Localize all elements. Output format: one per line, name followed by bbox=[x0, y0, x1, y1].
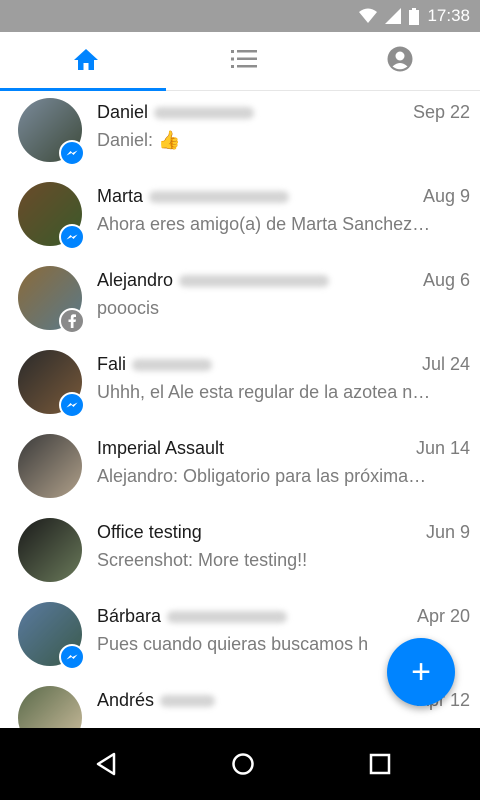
conversation-list[interactable]: Daniel Sep 22 Daniel: 👍 Marta Aug 9 Ahora ere… bbox=[0, 98, 480, 728]
message-date: Jun 14 bbox=[415, 438, 470, 458]
contact-name: Bárbara bbox=[97, 606, 288, 627]
tab-profile[interactable] bbox=[320, 32, 480, 90]
home-button[interactable] bbox=[225, 746, 261, 782]
facebook-icon bbox=[59, 308, 85, 334]
wifi-icon bbox=[359, 8, 378, 24]
contact-name-text: Daniel bbox=[97, 102, 149, 122]
status-icons: 17:38 bbox=[359, 0, 470, 32]
messenger-icon bbox=[59, 392, 85, 418]
clock-time: 17:38 bbox=[427, 6, 470, 25]
avatar bbox=[18, 434, 82, 498]
contact-name-text: Imperial Assault bbox=[97, 438, 225, 458]
conversation-row[interactable]: Marta Aug 9 Ahora eres amigo(a) de Marta S… bbox=[0, 182, 480, 266]
message-date: Jul 24 bbox=[421, 354, 470, 374]
redacted-surname bbox=[167, 611, 288, 624]
conversation-row[interactable]: Alejandro Aug 6 pooocis bbox=[0, 266, 480, 350]
conversation-row[interactable]: Imperial Assault Jun 14 Alejandro: Obligat… bbox=[0, 434, 480, 518]
message-date: Apr 20 bbox=[416, 606, 470, 626]
contact-name-text: Office testing bbox=[97, 522, 202, 542]
message-date: Aug 6 bbox=[422, 270, 470, 290]
contact-name: Office testing bbox=[97, 522, 202, 543]
message-snippet: pooocis bbox=[97, 298, 160, 318]
contact-name-text: Fali bbox=[97, 354, 127, 374]
message-date: Jun 9 bbox=[425, 522, 470, 542]
tab-home[interactable] bbox=[6, 32, 166, 90]
list-icon bbox=[231, 49, 257, 74]
redacted-surname bbox=[132, 359, 213, 372]
message-snippet: Uhhh, el Ale esta regular de la azotea n… bbox=[97, 382, 431, 402]
messenger-icon bbox=[59, 140, 85, 166]
contact-name-text: Bárbara bbox=[97, 606, 162, 626]
contact-name-text: Marta bbox=[97, 186, 144, 206]
conversation-row[interactable]: Fali Jul 24 Uhhh, el Ale esta regular de l… bbox=[0, 350, 480, 434]
messenger-icon bbox=[59, 644, 85, 670]
messenger-icon bbox=[59, 224, 85, 250]
contact-name: Marta bbox=[97, 186, 290, 207]
tab-list[interactable] bbox=[164, 32, 324, 90]
tab-bar bbox=[0, 32, 480, 91]
redacted-surname bbox=[160, 695, 216, 708]
recents-button[interactable] bbox=[362, 746, 398, 782]
active-tab-indicator bbox=[0, 88, 166, 91]
profile-icon bbox=[387, 46, 413, 77]
contact-name: Andrés bbox=[97, 690, 216, 711]
message-date: Aug 9 bbox=[422, 186, 470, 206]
new-message-button[interactable]: + bbox=[387, 638, 455, 706]
message-snippet: Alejandro: Obligatorio para las próxima… bbox=[97, 466, 427, 486]
redacted-surname bbox=[149, 191, 290, 204]
message-snippet: Screenshot: More testing!! bbox=[97, 550, 308, 570]
battery-icon bbox=[409, 7, 420, 25]
contact-name-text: Alejandro bbox=[97, 270, 174, 290]
contact-name: Daniel bbox=[97, 102, 255, 123]
avatar bbox=[18, 518, 82, 582]
status-bar: 17:38 bbox=[0, 0, 480, 32]
fab-label: + bbox=[411, 653, 431, 691]
message-snippet: Daniel: 👍 bbox=[97, 130, 181, 150]
redacted-surname bbox=[154, 107, 255, 120]
message-date: Sep 22 bbox=[412, 102, 470, 122]
contact-name: Imperial Assault bbox=[97, 438, 224, 459]
conversation-row[interactable]: Daniel Sep 22 Daniel: 👍 bbox=[0, 98, 480, 182]
contact-name: Alejandro bbox=[97, 270, 330, 291]
message-snippet: Ahora eres amigo(a) de Marta Sanchez… bbox=[97, 214, 431, 234]
signal-icon bbox=[385, 8, 402, 24]
avatar bbox=[18, 686, 82, 728]
nav-bar bbox=[0, 728, 480, 800]
redacted-surname bbox=[179, 275, 330, 288]
home-icon bbox=[73, 47, 99, 76]
contact-name: Fali bbox=[97, 354, 213, 375]
back-button[interactable] bbox=[88, 746, 124, 782]
contact-name-text: Andrés bbox=[97, 690, 155, 710]
conversation-row[interactable]: Office testing Jun 9 Screenshot: More test… bbox=[0, 518, 480, 602]
